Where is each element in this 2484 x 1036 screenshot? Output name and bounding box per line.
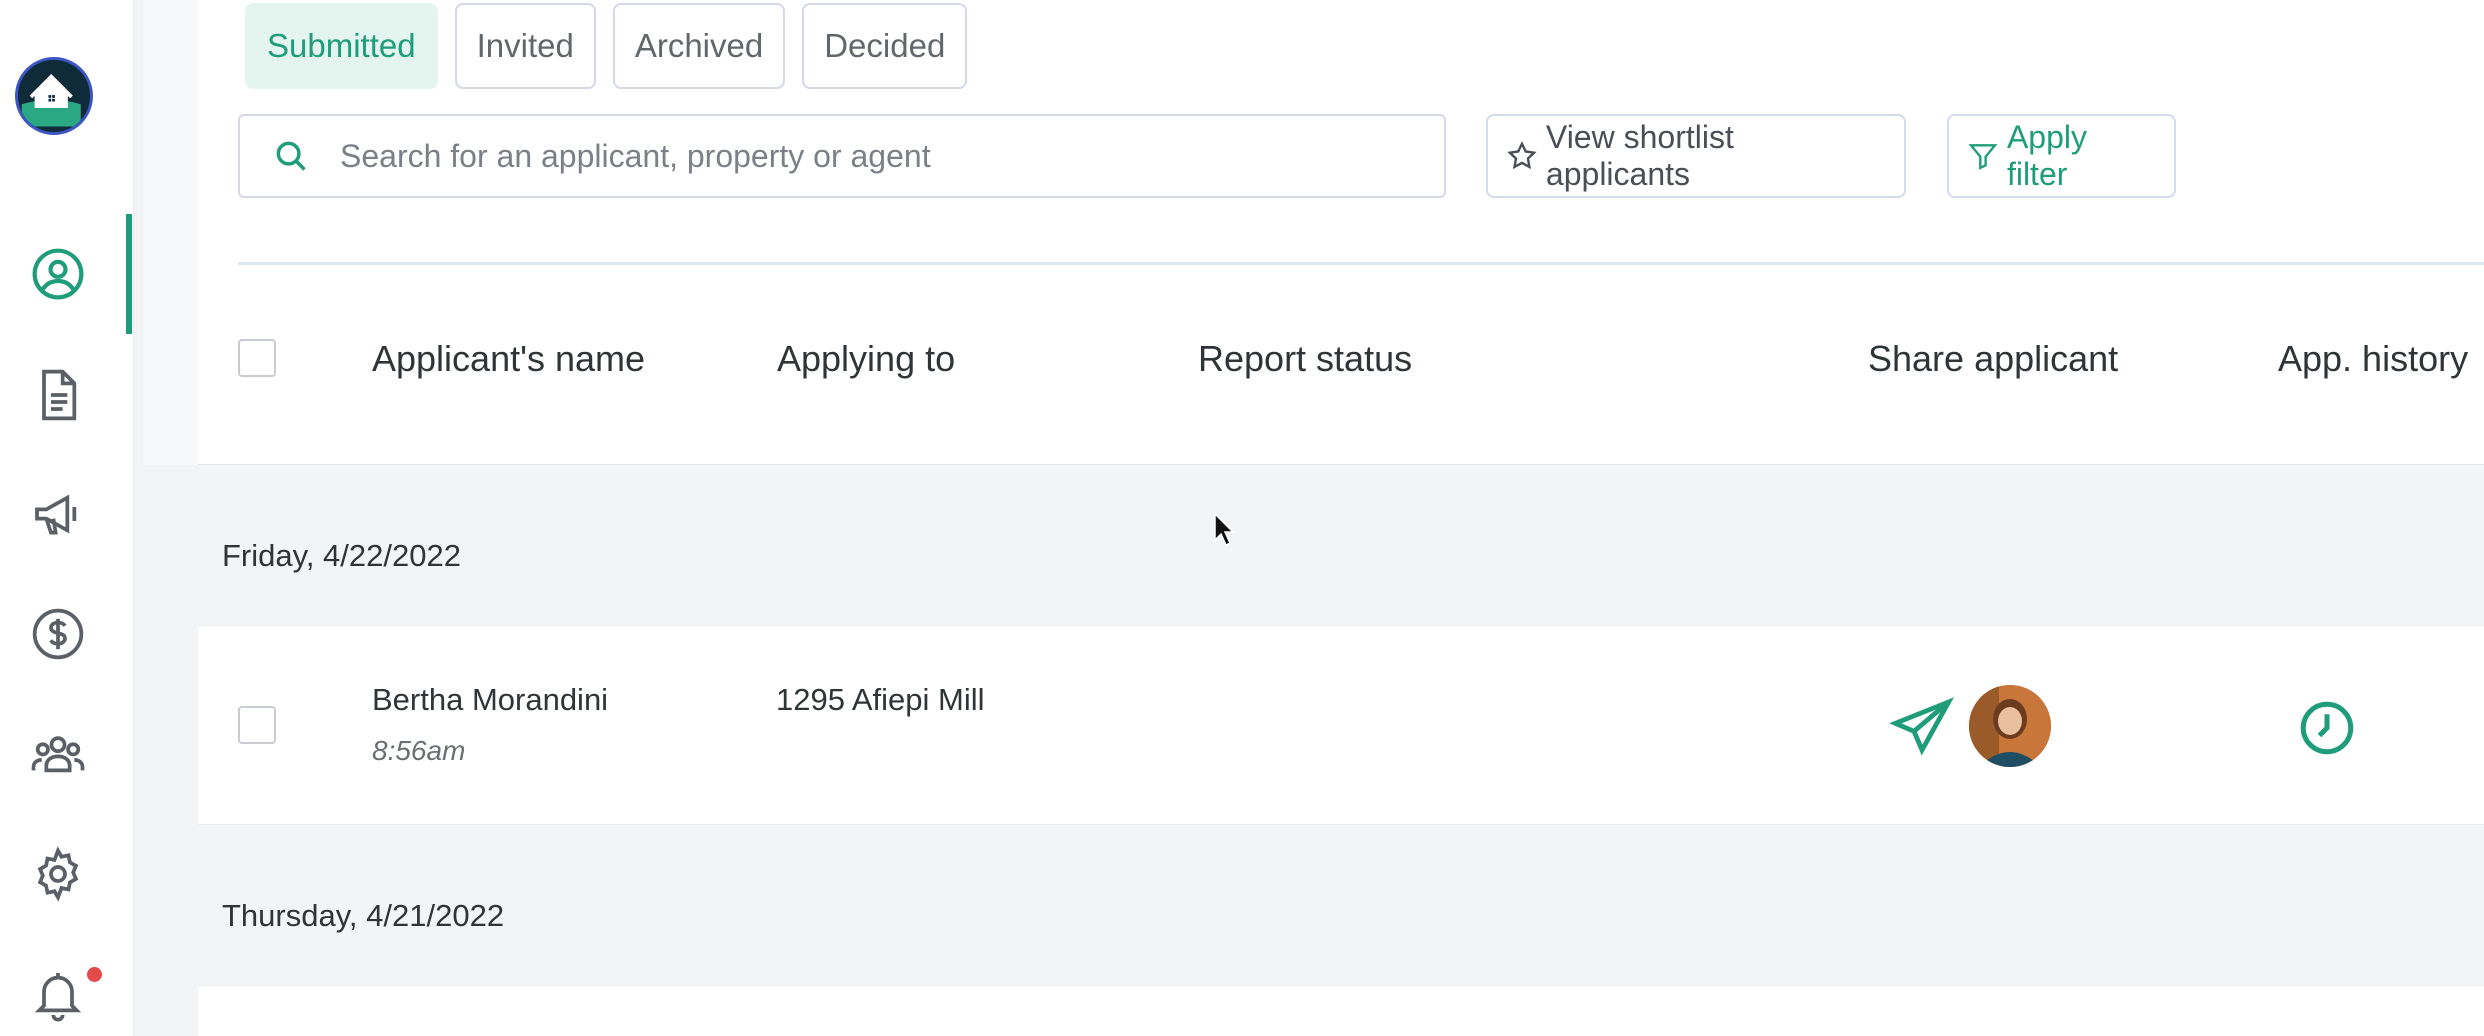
group-date: Friday, 4/22/2022 <box>222 538 461 573</box>
bell-icon <box>34 973 82 1022</box>
document-icon <box>42 369 77 421</box>
paper-plane-icon <box>1889 697 1955 756</box>
filter-icon <box>1968 144 1998 170</box>
column-header-applying-to[interactable]: Applying to <box>777 338 955 380</box>
tab-submitted[interactable]: Submitted <box>245 3 438 89</box>
table-row[interactable] <box>198 625 2484 825</box>
tab-archived[interactable]: Archived <box>612 3 786 89</box>
group-date: Thursday, 4/21/2022 <box>222 898 505 933</box>
nav-documents[interactable] <box>28 365 88 425</box>
apply-filter-button[interactable]: Apply filter <box>1947 114 2176 198</box>
column-header-share[interactable]: Share applicant <box>1868 338 2118 380</box>
group-icon <box>31 736 85 773</box>
star-icon <box>1507 141 1537 170</box>
panel-edge <box>143 0 198 465</box>
megaphone-icon <box>35 494 77 535</box>
tab-decided[interactable]: Decided <box>802 3 968 89</box>
user-circle-icon <box>32 248 84 300</box>
notification-dot <box>87 967 102 982</box>
gear-icon <box>37 846 79 902</box>
app-logo[interactable] <box>15 57 93 135</box>
sidebar <box>0 0 134 1036</box>
dollar-circle-icon <box>32 608 84 660</box>
column-header-report-status[interactable]: Report status <box>1198 338 1412 380</box>
nav-marketing[interactable] <box>28 484 88 544</box>
applicant-name[interactable]: Bertha Morandini <box>372 682 608 718</box>
nav-applicants[interactable] <box>28 244 88 304</box>
nav-payments[interactable] <box>28 604 88 664</box>
header-divider <box>238 262 2484 265</box>
apply-filter-label: Apply filter <box>2006 119 2087 192</box>
submission-time: 8:56am <box>372 735 466 766</box>
view-shortlist-button[interactable]: View shortlist applicants <box>1486 114 1906 198</box>
applying-to-address: 1295 Afiepi Mill <box>776 682 985 717</box>
nav-settings[interactable] <box>28 844 88 904</box>
mouse-cursor-icon <box>1214 512 1235 547</box>
search-input[interactable] <box>340 137 1340 175</box>
row-checkbox[interactable] <box>238 706 276 744</box>
agent-avatar[interactable] <box>1969 685 2051 767</box>
status-tabs: Submitted Invited Archived Decided <box>245 3 968 89</box>
share-applicant-button[interactable] <box>1888 694 1956 758</box>
house-logo-icon <box>18 60 85 127</box>
person-avatar-image <box>1969 685 2051 767</box>
nav-team[interactable] <box>28 724 88 784</box>
column-header-history[interactable]: App. history <box>2278 338 2468 380</box>
search-box <box>238 114 1446 198</box>
tab-invited[interactable]: Invited <box>454 3 596 89</box>
column-header-name[interactable]: Applicant's name <box>372 338 645 380</box>
clock-icon <box>2300 701 2354 755</box>
nav-notifications[interactable] <box>28 964 88 1024</box>
active-nav-indicator <box>126 214 132 334</box>
view-shortlist-label: View shortlist applicants <box>1545 119 1734 192</box>
table-row[interactable] <box>198 985 2484 1036</box>
select-all-checkbox[interactable] <box>238 339 276 377</box>
app-history-button[interactable] <box>2297 698 2357 758</box>
search-icon <box>276 141 306 171</box>
